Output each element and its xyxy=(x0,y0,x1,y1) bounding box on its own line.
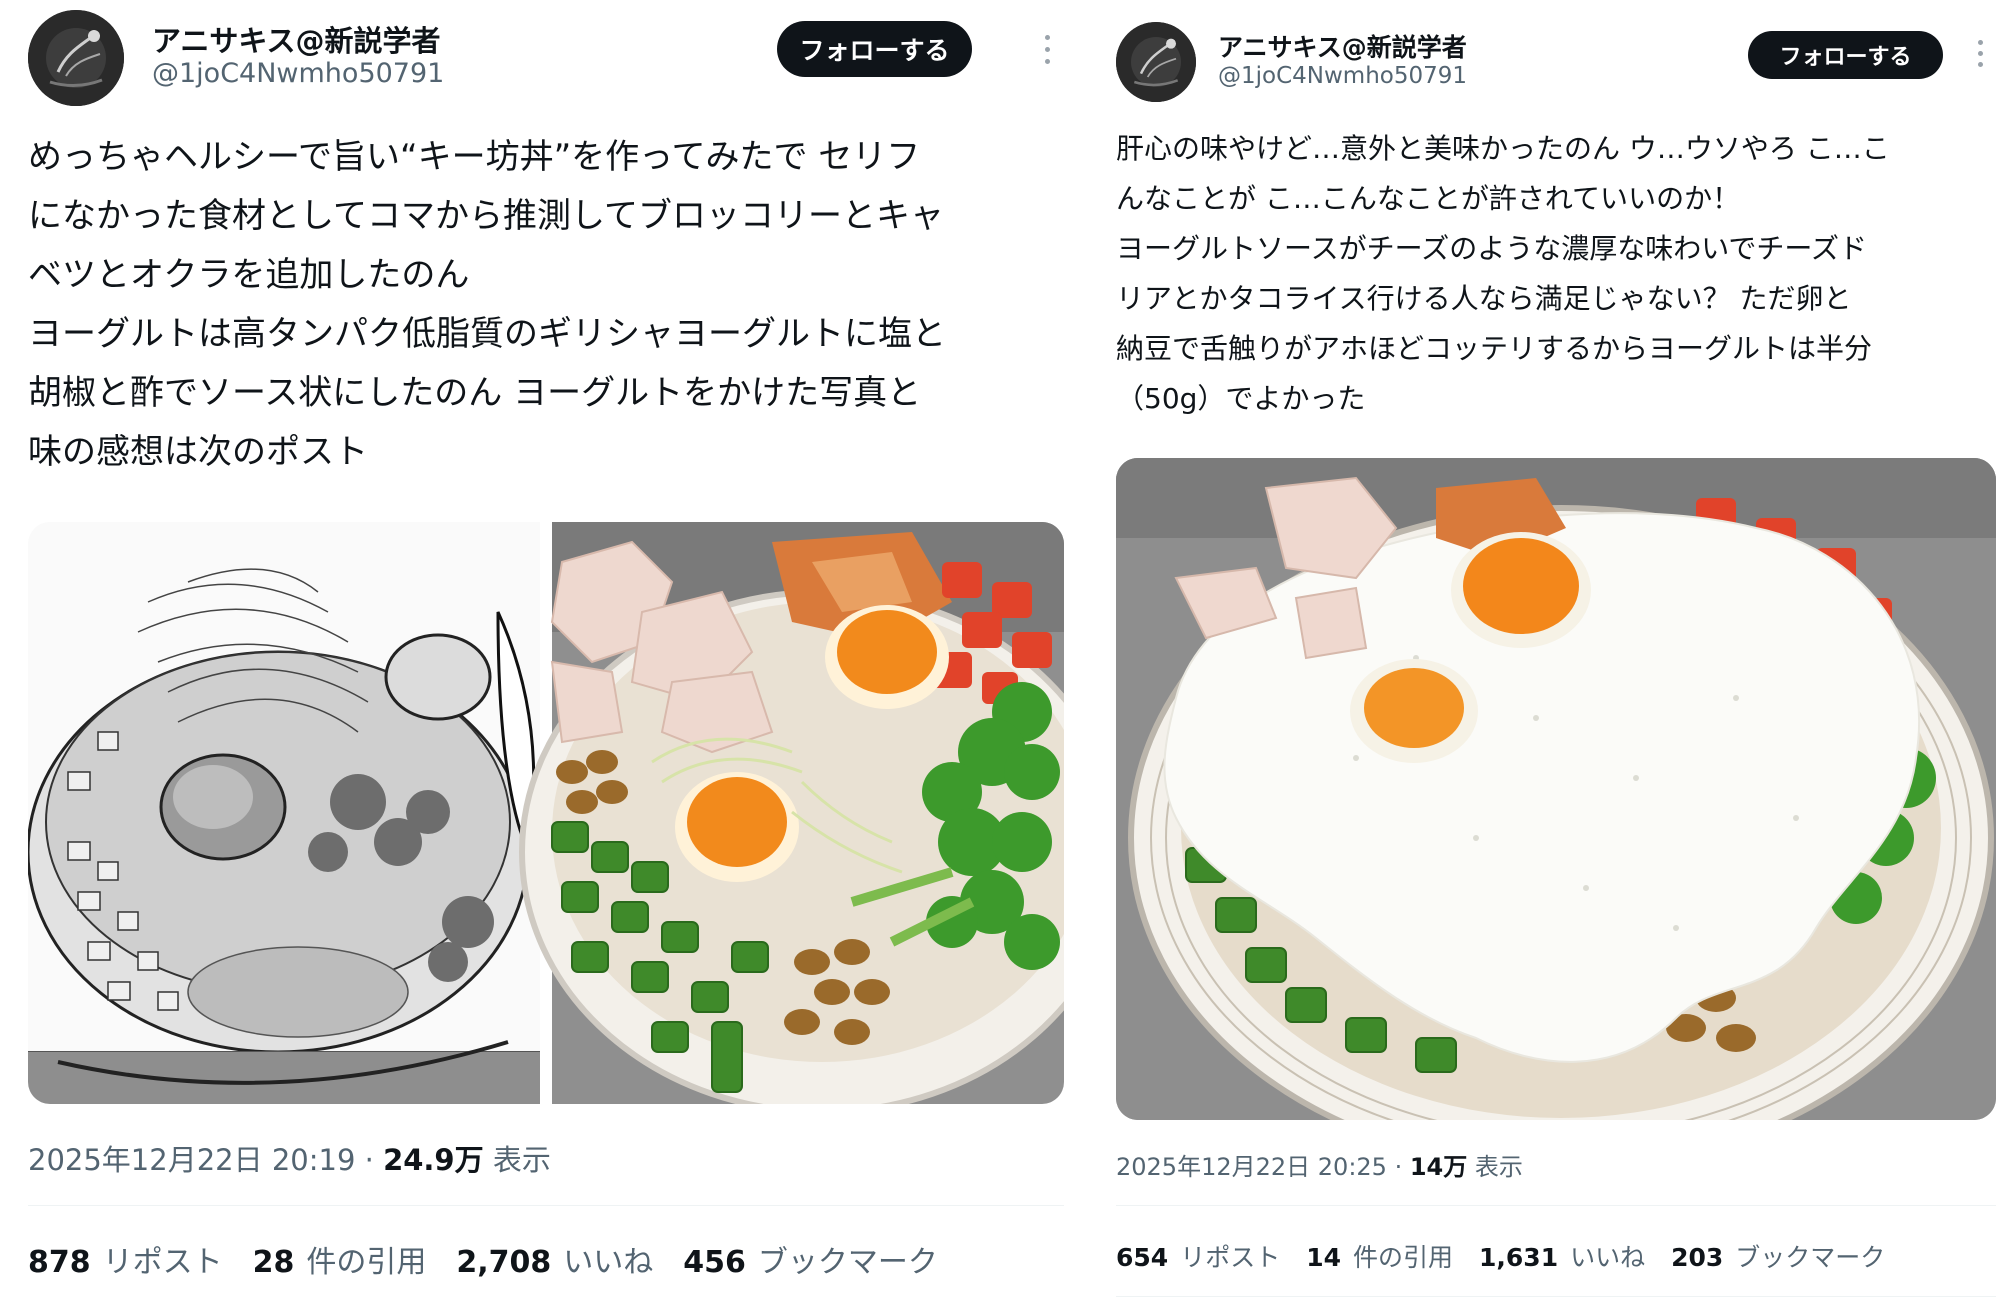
tweet-text: 肝心の味やけど…意外と美味かったのん ウ…ウソやろ こ…こ んなことが こ…こん… xyxy=(1116,124,1890,424)
stat-count: 878 xyxy=(28,1245,91,1280)
stat-bookmarks[interactable]: 456 ブックマーク xyxy=(683,1237,938,1281)
stat-count: 2,708 xyxy=(456,1245,552,1280)
tweet-text-line: 味の感想は次のポスト xyxy=(28,432,368,472)
tweet-text-line: 肝心の味やけど…意外と美味かったのん ウ…ウソやろ こ…こ xyxy=(1116,132,1890,165)
stat-label: 件の引用 xyxy=(306,1245,427,1280)
tweet-text-line: （50g）でよかった xyxy=(1116,382,1366,415)
meta-separator: · xyxy=(1394,1153,1410,1181)
views-count: 14万 xyxy=(1409,1153,1468,1181)
tweet-text-line: ヨーグルトソースがチーズのような濃厚な味わいでチーズド xyxy=(1116,232,1867,265)
stat-label: ブックマーク xyxy=(757,1245,938,1280)
anisakis-avatar-icon xyxy=(1116,22,1196,102)
stat-count: 1,631 xyxy=(1479,1243,1559,1272)
stat-label: リポスト xyxy=(1180,1243,1281,1272)
stat-count: 456 xyxy=(683,1245,746,1280)
author-name[interactable]: アニサキス@新説学者 xyxy=(152,18,441,60)
more-vertical-icon[interactable] xyxy=(1045,35,1050,64)
anisakis-avatar-icon xyxy=(28,10,124,106)
stat-count: 28 xyxy=(252,1245,295,1280)
more-vertical-icon[interactable] xyxy=(1978,40,1983,67)
stat-reposts[interactable]: 878 リポスト xyxy=(28,1237,223,1281)
stat-label: いいね xyxy=(1570,1243,1646,1272)
author-handle[interactable]: @1joC4Nwmho50791 xyxy=(152,58,444,89)
follow-button[interactable]: フォローする xyxy=(1748,31,1943,79)
tweet-text-line: ヨーグルトは高タンパク低脂質のギリシャヨーグルトに塩と xyxy=(28,314,946,354)
stat-likes[interactable]: 2,708 いいね xyxy=(456,1237,653,1281)
food-photo-yogurt-image[interactable] xyxy=(1116,458,1996,1120)
food-photo-image[interactable] xyxy=(519,522,1064,1104)
divider xyxy=(28,1205,1064,1206)
engagement-stats: 878 リポスト 28 件の引用 2,708 いいね 456 ブックマーク xyxy=(28,1237,938,1281)
tweet-text-line: 納豆で舌触りがアホほどコッテリするからヨーグルトは半分 xyxy=(1116,332,1873,365)
tweet-meta: 2025年12月22日 20:25 · 14万 表示 xyxy=(1116,1147,1523,1182)
stat-label: いいね xyxy=(563,1245,654,1280)
views-label: 表示 xyxy=(1474,1153,1523,1181)
tweet-text-line: になかった食材としてコマから推測してブロッコリーとキャ xyxy=(28,196,944,236)
tweet-meta: 2025年12月22日 20:19 · 24.9万 表示 xyxy=(28,1137,551,1179)
tweet-text-line: 胡椒と酢でソース状にしたのん ヨーグルトをかけた写真と xyxy=(28,373,922,413)
stat-label: リポスト xyxy=(102,1245,223,1280)
tweet-text-line: ベツとオクラを追加したのん xyxy=(28,255,470,295)
timestamp-link[interactable]: 2025年12月22日 20:19 xyxy=(28,1143,355,1177)
stat-count: 203 xyxy=(1671,1243,1724,1272)
manga-panel-image[interactable] xyxy=(28,522,540,1104)
tweet-text-line: んなことが こ…こんなことが許されていいのか！ xyxy=(1116,182,1741,215)
author-name[interactable]: アニサキス@新説学者 xyxy=(1218,28,1467,64)
stat-label: ブックマーク xyxy=(1735,1243,1886,1272)
tweet-text-line: めっちゃヘルシーで旨い“キー坊丼”を作ってみたで セリフ xyxy=(28,137,921,177)
stat-bookmarks[interactable]: 203 ブックマーク xyxy=(1671,1238,1885,1274)
timestamp-link[interactable]: 2025年12月22日 20:25 xyxy=(1116,1153,1387,1181)
author-handle[interactable]: @1joC4Nwmho50791 xyxy=(1218,63,1467,89)
follow-button[interactable]: フォローする xyxy=(777,21,972,77)
stat-label: 件の引用 xyxy=(1353,1243,1454,1272)
meta-separator: · xyxy=(364,1143,384,1177)
stat-quotes[interactable]: 14 件の引用 xyxy=(1306,1238,1453,1274)
engagement-stats: 654 リポスト 14 件の引用 1,631 いいね 203 ブックマーク xyxy=(1116,1238,1885,1274)
media-grid xyxy=(28,522,1064,1104)
stat-likes[interactable]: 1,631 いいね xyxy=(1479,1238,1645,1274)
stat-count: 14 xyxy=(1306,1243,1341,1272)
tweet-card-left: アニサキス@新説学者 @1joC4Nwmho50791 フォローする めっちゃヘ… xyxy=(0,0,1090,1301)
avatar[interactable] xyxy=(1116,22,1196,102)
tweet-card-right: アニサキス@新説学者 @1joC4Nwmho50791 フォローする 肝心の味や… xyxy=(1108,0,2008,1301)
tweet-text: めっちゃヘルシーで旨い“キー坊丼”を作ってみたで セリフ になかった食材としてコ… xyxy=(28,128,946,482)
divider xyxy=(1116,1205,1996,1206)
stat-reposts[interactable]: 654 リポスト xyxy=(1116,1238,1280,1274)
divider xyxy=(1116,1296,1996,1297)
views-label: 表示 xyxy=(492,1143,551,1177)
stat-count: 654 xyxy=(1116,1243,1169,1272)
views-count: 24.9万 xyxy=(383,1143,484,1177)
stat-quotes[interactable]: 28 件の引用 xyxy=(253,1237,427,1281)
tweet-text-line: リアとかタコライス行ける人なら満足じゃない？ ただ卵と xyxy=(1116,282,1852,315)
avatar[interactable] xyxy=(28,10,124,106)
